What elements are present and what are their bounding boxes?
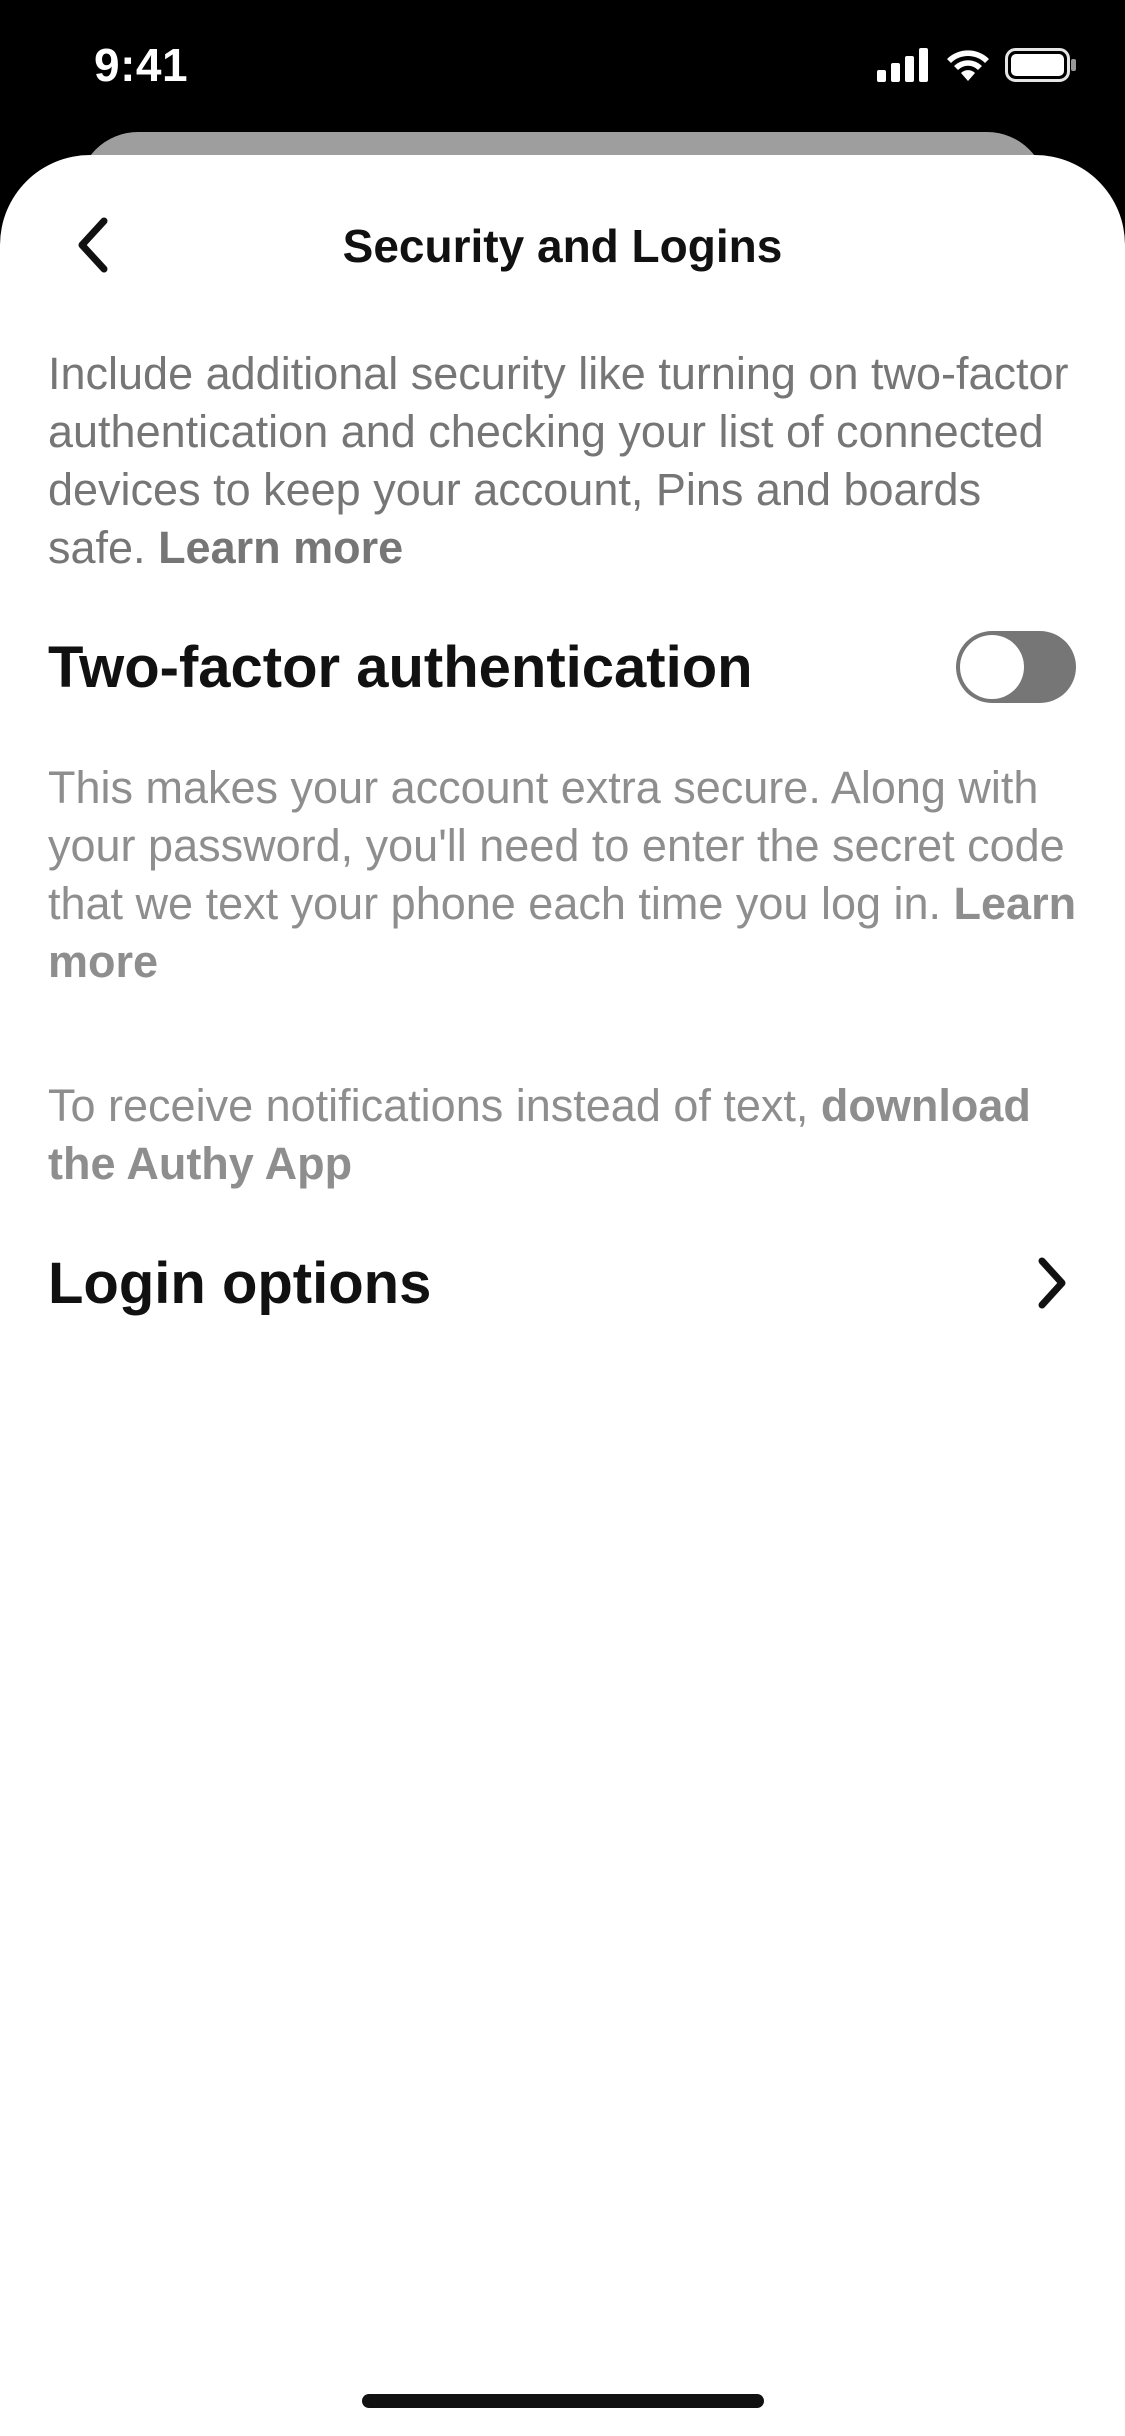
- login-options-row[interactable]: Login options: [48, 1243, 1078, 1323]
- page-title: Security and Logins: [342, 220, 783, 272]
- two-factor-row: Two-factor authentication: [48, 629, 1078, 705]
- wifi-icon: [945, 48, 991, 82]
- status-bar: 9:41: [0, 0, 1125, 140]
- settings-sheet: Security and Logins Include additional s…: [0, 155, 1125, 2436]
- learn-more-link[interactable]: Learn more: [158, 522, 403, 573]
- intro-text: Include additional security like turning…: [48, 345, 1078, 577]
- two-factor-title: Two-factor authentication: [48, 634, 753, 700]
- two-factor-toggle[interactable]: [956, 631, 1076, 703]
- content: Include additional security like turning…: [48, 345, 1078, 1323]
- authy-body: To receive notifications instead of text…: [48, 1080, 821, 1131]
- home-indicator: [362, 2394, 764, 2408]
- chevron-right-icon: [1028, 1255, 1076, 1311]
- status-time: 9:41: [94, 39, 189, 91]
- nav-bar: Security and Logins: [0, 155, 1125, 335]
- toggle-knob: [960, 635, 1024, 699]
- status-icons: [877, 48, 1077, 82]
- battery-icon: [1005, 48, 1077, 82]
- two-factor-description: This makes your account extra secure. Al…: [48, 759, 1078, 991]
- screen: 9:41 Security and Logins Include additio…: [0, 0, 1125, 2436]
- two-factor-description-body: This makes your account extra secure. Al…: [48, 762, 1065, 929]
- login-options-title: Login options: [48, 1250, 432, 1316]
- cellular-signal-icon: [877, 48, 931, 82]
- authy-text: To receive notifications instead of text…: [48, 1077, 1078, 1193]
